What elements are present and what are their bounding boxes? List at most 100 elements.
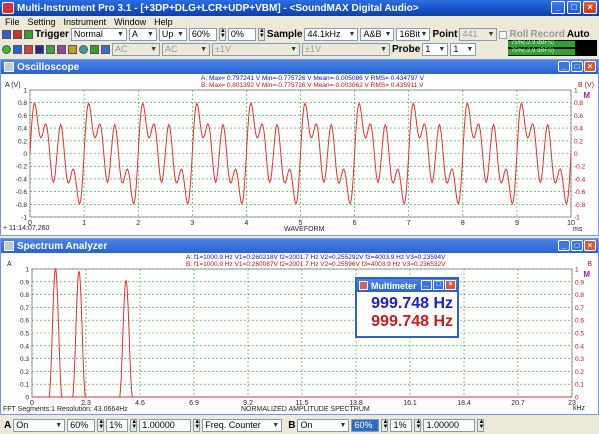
point-label: Point — [432, 29, 458, 40]
channel-a-pct1-field[interactable]: 60% — [67, 418, 96, 432]
multimeter-titlebar[interactable]: Multimeter _ □ × — [357, 279, 457, 292]
channel-b-pct1-value: 60% — [354, 419, 373, 430]
range-a-value: ±1V — [215, 44, 231, 54]
channel-b-value-stepper[interactable]: ▲ ▼ — [477, 418, 485, 432]
chevron-down-icon: ▼ — [438, 46, 446, 53]
range-b-select[interactable]: ±1V ▼ — [302, 43, 390, 56]
stop-icon[interactable] — [13, 30, 22, 39]
close-button[interactable]: × — [445, 280, 456, 290]
close-button[interactable]: × — [583, 1, 597, 14]
record-label[interactable]: Record — [530, 29, 564, 40]
chevron-down-icon: ▼ — [380, 46, 387, 53]
single-icon[interactable] — [24, 30, 33, 39]
start-icon[interactable] — [2, 30, 11, 39]
y-tick-label-right: 0.6 — [575, 318, 584, 325]
channel-b-value-field[interactable]: 1.00000 — [423, 418, 476, 432]
menu-setting[interactable]: Setting — [28, 17, 56, 27]
sample-rate-select[interactable]: 44.1kHz ▼ — [304, 28, 359, 41]
y-tick-label-right: 0.1 — [575, 382, 584, 389]
trigger-edge-value: Up — [161, 29, 174, 39]
scope-plot[interactable]: 0 1 2 3 4 5 6 7 8 9 101 10.8 0.80.6 0.60.4 0.40.2 0.20 0… — [1, 60, 598, 235]
trigger-delay-value: 0% — [230, 29, 244, 39]
sample-label: Sample — [266, 29, 303, 40]
trigger-edge-select[interactable]: Up ▼ — [158, 28, 187, 41]
y-tick-label: 0 — [23, 151, 27, 158]
x-tick-label: 9 — [515, 220, 519, 227]
channels-select[interactable]: A&B ▼ — [360, 28, 395, 41]
scope-timestamp: + 11:14:07.260 — [3, 225, 50, 232]
menu-window[interactable]: Window — [114, 17, 146, 27]
channel-a-mode-value: On — [16, 419, 29, 430]
y-tick-label-right: 0.9 — [575, 279, 584, 286]
range-a-select[interactable]: ±1V ▼ — [212, 43, 300, 56]
y-tick-label-right: 0 — [575, 395, 579, 402]
trigger-delay-field[interactable]: 0% — [227, 28, 256, 41]
run-icon[interactable] — [2, 45, 11, 54]
dlg-icon[interactable] — [68, 45, 77, 54]
probe-b-select[interactable]: 1 ▼ — [450, 43, 477, 56]
y-tick-label-right: 0.3 — [575, 356, 584, 363]
ddp-icon[interactable] — [57, 45, 66, 54]
channel-b-pct1-stepper[interactable]: ▲ ▼ — [381, 418, 389, 432]
chevron-down-icon: ▼ — [272, 421, 280, 429]
channel-b-label: B — [288, 419, 296, 431]
y-tick-label: 0.2 — [20, 369, 29, 376]
menu-file[interactable]: File — [5, 17, 20, 27]
scope-xlabel: WAVEFORM — [284, 226, 325, 233]
coupling-b-select[interactable]: AC ▼ — [162, 43, 210, 56]
minimize-button[interactable]: _ — [551, 1, 565, 14]
trigger-level-stepper[interactable]: ▲ ▼ — [218, 28, 226, 41]
channel-a-pct1-stepper[interactable]: ▲ ▼ — [97, 418, 105, 432]
coupling-a-select[interactable]: AC ▼ — [112, 43, 160, 56]
probe-label: Probe — [392, 44, 421, 55]
maximize-button[interactable]: □ — [567, 1, 581, 14]
meter-icon[interactable] — [35, 45, 44, 54]
channel-a-mode-select[interactable]: On ▼ — [13, 418, 66, 432]
spectrum-plot[interactable]: 0 2.3 4.6 6.9 9.2 11.5 13.8 16.1 18.4 20.7 231 10.9… — [1, 239, 598, 414]
spectrum-icon[interactable] — [24, 45, 33, 54]
function-select[interactable]: Freq. Counter ▼ — [202, 418, 283, 432]
probe-a-select[interactable]: 1 ▼ — [422, 43, 449, 56]
y-tick-label-right: -0.4 — [574, 176, 586, 183]
trigger-level-field[interactable]: 60% — [188, 28, 217, 41]
multimeter-icon — [359, 281, 368, 290]
channel-b-mode-select[interactable]: On ▼ — [297, 418, 350, 432]
roll-checkbox[interactable] — [499, 30, 508, 39]
channel-a-pct2-stepper[interactable]: ▲ ▼ — [130, 418, 138, 432]
menu-help[interactable]: Help — [154, 17, 173, 27]
y-tick-label: 0.7 — [20, 305, 29, 312]
trigger-delay-stepper[interactable]: ▲ ▼ — [257, 28, 265, 41]
channel-a-value-stepper[interactable]: ▲ ▼ — [193, 418, 201, 432]
step-icon[interactable] — [101, 45, 110, 54]
generator-icon[interactable] — [46, 45, 55, 54]
channel-a-value-field[interactable]: 1.00000 — [139, 418, 192, 432]
probe-a-value: 1 — [425, 44, 431, 54]
channels-value: A&B — [363, 29, 382, 39]
channel-b-pct2-stepper[interactable]: ▲ ▼ — [414, 418, 422, 432]
spectrum-xunit: kHz — [573, 405, 586, 412]
spectrum-panel: Spectrum Analyzer _ □ × A: f1=1000.9 Hz … — [0, 238, 599, 415]
spectrum-peak — [71, 270, 87, 398]
window-title: Multi-Instrument Pro 3.1 - [+3DP+DLG+LCR… — [17, 2, 419, 14]
app-icon — [2, 2, 14, 14]
bits-select[interactable]: 16Bit ▼ — [396, 28, 431, 41]
menu-instrument[interactable]: Instrument — [64, 17, 107, 27]
channel-b-pct1-field[interactable]: 60% — [351, 418, 380, 432]
trigger-mode-select[interactable]: Normal ▼ — [70, 28, 127, 41]
y-tick-label-right: -0.6 — [574, 189, 586, 196]
channel-a-value: 1.00000 — [142, 419, 175, 430]
point-select[interactable]: 441 ▼ — [459, 28, 498, 41]
maximize-button[interactable]: □ — [433, 280, 444, 290]
multimeter-window[interactable]: Multimeter _ □ × 999.748 Hz 999.748 Hz — [355, 277, 459, 338]
lcr-icon[interactable] — [79, 45, 88, 54]
auto-label[interactable]: Auto — [567, 29, 590, 40]
channel-b-pct2-field[interactable]: 1% — [390, 418, 413, 432]
play-icon[interactable] — [90, 45, 99, 54]
y-tick-label-right: 0.2 — [575, 369, 584, 376]
scope-icon[interactable] — [13, 45, 22, 54]
channel-a-pct2-field[interactable]: 1% — [106, 418, 129, 432]
trigger-channel-select[interactable]: A ▼ — [128, 28, 157, 41]
level-text-b: 75%(-2.9 dBFS) — [511, 48, 555, 54]
range-b-value: ±1V — [305, 44, 321, 54]
minimize-button[interactable]: _ — [421, 280, 432, 290]
